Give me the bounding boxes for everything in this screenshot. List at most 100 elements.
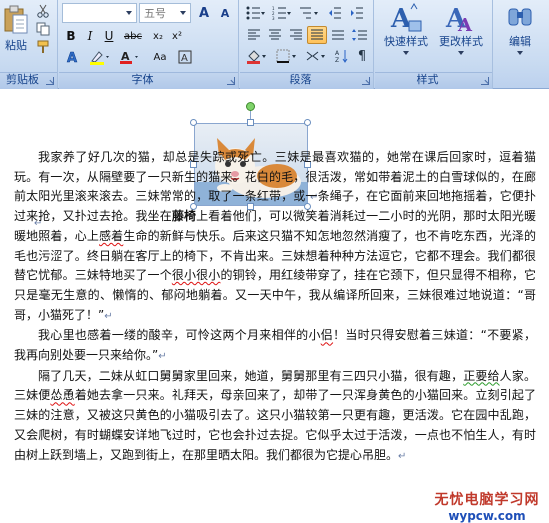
paste-label: 粘贴 <box>5 39 27 52</box>
italic-glyph: I <box>87 29 93 43</box>
body-paragraph[interactable]: 我心里也感着一缕的酸辛，可怜这两个月来相伴的小侣！当时只得安慰着三妹道：“不要紧… <box>14 326 536 366</box>
align-center-button[interactable] <box>265 26 285 44</box>
svg-text:A: A <box>457 15 473 33</box>
site-watermark: 无忧电脑学习网 wypcw.com <box>425 487 549 523</box>
text-run: 感着 <box>99 228 124 243</box>
resize-handle-ne[interactable] <box>304 119 311 126</box>
text-run: 隔了几天，二妹从虹口舅舅家里回来，她道，舅舅那里有三四只小猫，很有趣， <box>38 368 464 383</box>
svg-text:A: A <box>335 50 340 57</box>
text-run: 怂恿 <box>50 388 75 403</box>
align-right-icon <box>290 29 302 40</box>
font-size-value: 五号 <box>144 7 166 20</box>
distributed-button[interactable] <box>328 26 348 44</box>
word-window: 粘贴 剪贴板 五号 A A B I U abc x₂ x² A A Aa A 字… <box>0 0 549 523</box>
font-size-combo[interactable]: 五号 <box>139 3 191 23</box>
highlight-button[interactable] <box>87 48 113 66</box>
binoculars-icon <box>508 8 532 26</box>
shrink-font-glyph: A <box>220 6 230 20</box>
editing-button[interactable]: 编辑 <box>497 2 543 66</box>
borders-button[interactable] <box>274 47 300 65</box>
body-paragraph[interactable]: 我家养了好几次的猫，却总是失踪或死亡。三妹是最喜欢猫的，她常在课后回家时，逗着猫… <box>14 148 536 326</box>
ribbon: 粘贴 剪贴板 五号 A A B I U abc x₂ x² A A Aa A 字… <box>0 0 549 89</box>
styles-launcher-icon[interactable] <box>481 77 489 85</box>
chevron-down-icon <box>403 51 409 55</box>
align-right-button[interactable] <box>286 26 306 44</box>
increase-indent-button[interactable] <box>347 3 367 23</box>
watermark-line2: wypcw.com <box>448 509 526 523</box>
line-spacing-icon <box>352 29 367 41</box>
justify-button[interactable] <box>307 26 327 44</box>
watermark-line1: 无忧电脑学习网 <box>434 492 540 508</box>
copy-button[interactable] <box>34 21 52 37</box>
underline-glyph: U <box>104 29 114 43</box>
document-body[interactable]: 我家养了好几次的猫，却总是失踪或死亡。三妹是最喜欢猫的，她常在课后回家时，逗着猫… <box>14 148 536 466</box>
multilevel-list-button[interactable] <box>297 3 321 23</box>
paste-button[interactable]: 粘贴 <box>1 2 31 56</box>
bullets-icon <box>246 6 265 20</box>
line-spacing-button[interactable] <box>349 26 371 44</box>
multilevel-list-icon <box>300 7 318 19</box>
borders-icon <box>276 49 296 63</box>
paragraph-launcher-icon[interactable] <box>362 77 370 85</box>
subscript-button[interactable]: x₂ <box>149 27 167 45</box>
chinese-layout-button[interactable] <box>304 47 330 65</box>
bold-button[interactable]: B <box>62 27 80 45</box>
svg-text:A: A <box>67 51 77 65</box>
change-styles-icon: A A <box>445 4 473 33</box>
shrink-font-button[interactable]: A <box>215 3 235 23</box>
decrease-indent-button[interactable] <box>325 3 345 23</box>
chevron-down-icon <box>126 11 132 15</box>
quick-styles-button[interactable]: A 快速样式 <box>379 2 433 66</box>
font-group-label: 字体 <box>131 73 154 86</box>
scissors-icon <box>37 4 49 18</box>
chevron-down-icon <box>458 51 464 55</box>
change-styles-button[interactable]: A A 更改样式 <box>433 2 489 66</box>
change-case-button[interactable]: Aa <box>147 48 173 66</box>
change-case-glyph: Aa <box>153 51 167 63</box>
text-effects-button[interactable]: A <box>62 48 84 66</box>
svg-text:A: A <box>181 53 188 64</box>
body-paragraph[interactable]: 隔了几天，二妹从虹口舅舅家里回来，她道，舅舅那里有三四只小猫，很有趣，正要给人家… <box>14 367 536 467</box>
decrease-indent-icon <box>329 7 341 19</box>
rotate-handle[interactable] <box>246 102 255 111</box>
italic-button[interactable]: I <box>81 27 99 45</box>
superscript-button[interactable]: x² <box>168 27 186 45</box>
grow-font-glyph: A <box>198 5 210 21</box>
shading-button[interactable] <box>244 47 270 65</box>
sort-button[interactable]: AZ <box>332 47 352 65</box>
font-launcher-icon[interactable] <box>227 77 235 85</box>
numbering-icon: 123 <box>272 6 291 20</box>
text-run: 正要给 <box>463 368 500 383</box>
increase-indent-icon <box>351 7 363 19</box>
char-border-button[interactable]: A <box>175 48 195 66</box>
subscript-glyph: x₂ <box>153 30 163 42</box>
resize-handle-n[interactable] <box>247 119 254 126</box>
font-name-combo[interactable] <box>62 3 137 23</box>
align-left-button[interactable] <box>244 26 264 44</box>
strikethrough-glyph: abc <box>124 30 142 42</box>
show-marks-button[interactable]: ¶ <box>352 47 372 65</box>
underline-button[interactable]: U <box>100 27 118 45</box>
strikethrough-button[interactable]: abc <box>120 27 146 45</box>
bullets-button[interactable] <box>244 3 268 23</box>
paragraph-label-bar: 段落 <box>240 72 373 89</box>
grow-font-button[interactable]: A <box>194 3 214 23</box>
font-color-button[interactable]: A <box>117 48 143 66</box>
align-center-icon <box>269 29 281 40</box>
paragraph-mark: ↵ <box>104 310 113 322</box>
paste-icon <box>4 5 28 34</box>
highlighter-icon <box>90 51 109 65</box>
cut-button[interactable] <box>34 3 52 19</box>
clipboard-launcher-icon[interactable] <box>46 77 54 85</box>
resize-handle-nw[interactable] <box>190 119 197 126</box>
text-run: 着她去拿一只来。礼拜天，母亲回来了，却带了一只浑身黄色的小猫回来。立刻引起了三妹… <box>14 388 536 462</box>
format-painter-icon <box>37 40 49 53</box>
paragraph-mark: ↵ <box>158 351 167 363</box>
numbering-button[interactable]: 123 <box>270 3 294 23</box>
font-group: 五号 A A B I U abc x₂ x² A A Aa A 字体 <box>59 0 239 89</box>
format-painter-button[interactable] <box>34 39 52 55</box>
chevron-down-icon <box>180 11 186 15</box>
styles-label-bar: 样式 <box>375 72 492 89</box>
text-run: 藤椅 <box>171 209 197 224</box>
svg-text:3: 3 <box>272 16 275 20</box>
